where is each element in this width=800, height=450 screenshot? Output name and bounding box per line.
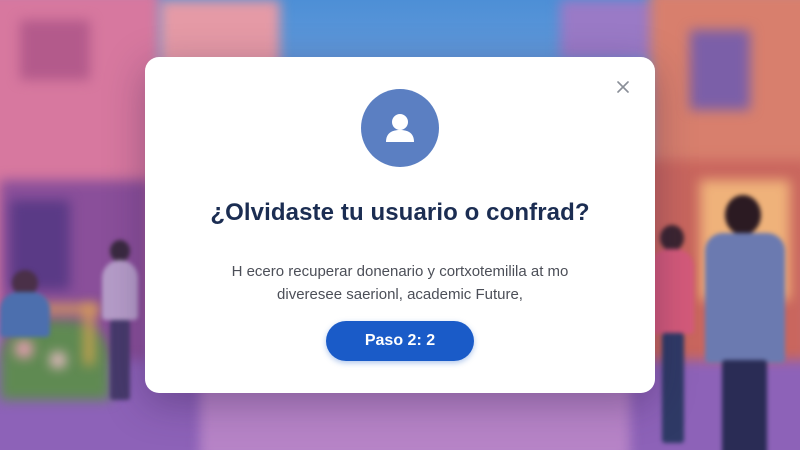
person-head [660,225,684,251]
description-line: diveresee saerionl, academic Future, [277,286,523,303]
person-body [650,249,694,334]
building-distant [560,0,660,60]
recovery-dialog: ¿Olvidaste tu usuario o confrad? H ecero… [145,57,655,393]
person-head [725,195,761,235]
person-legs [662,333,684,443]
description-line: H ecero recuperar donenario y cortxotemi… [231,263,569,280]
close-icon-glyph [617,81,629,93]
close-icon[interactable] [613,77,633,97]
dialog-description: H ecero recuperar donenario y cortxotemi… [185,260,615,306]
building-window [690,30,750,110]
user-icon [386,114,414,142]
building-window [20,20,90,80]
person-legs [722,360,767,450]
person-body [0,292,50,337]
person-legs [110,320,130,400]
flower [15,340,33,358]
person-head [110,240,130,262]
person-body [102,260,138,320]
step-button[interactable]: Paso 2: 2 [326,321,474,361]
flower [50,352,66,368]
person-body [705,233,785,363]
dialog-title: ¿Olvidaste tu usuario o confrad? [210,199,590,226]
user-avatar [361,89,439,167]
railing-post [85,305,93,365]
